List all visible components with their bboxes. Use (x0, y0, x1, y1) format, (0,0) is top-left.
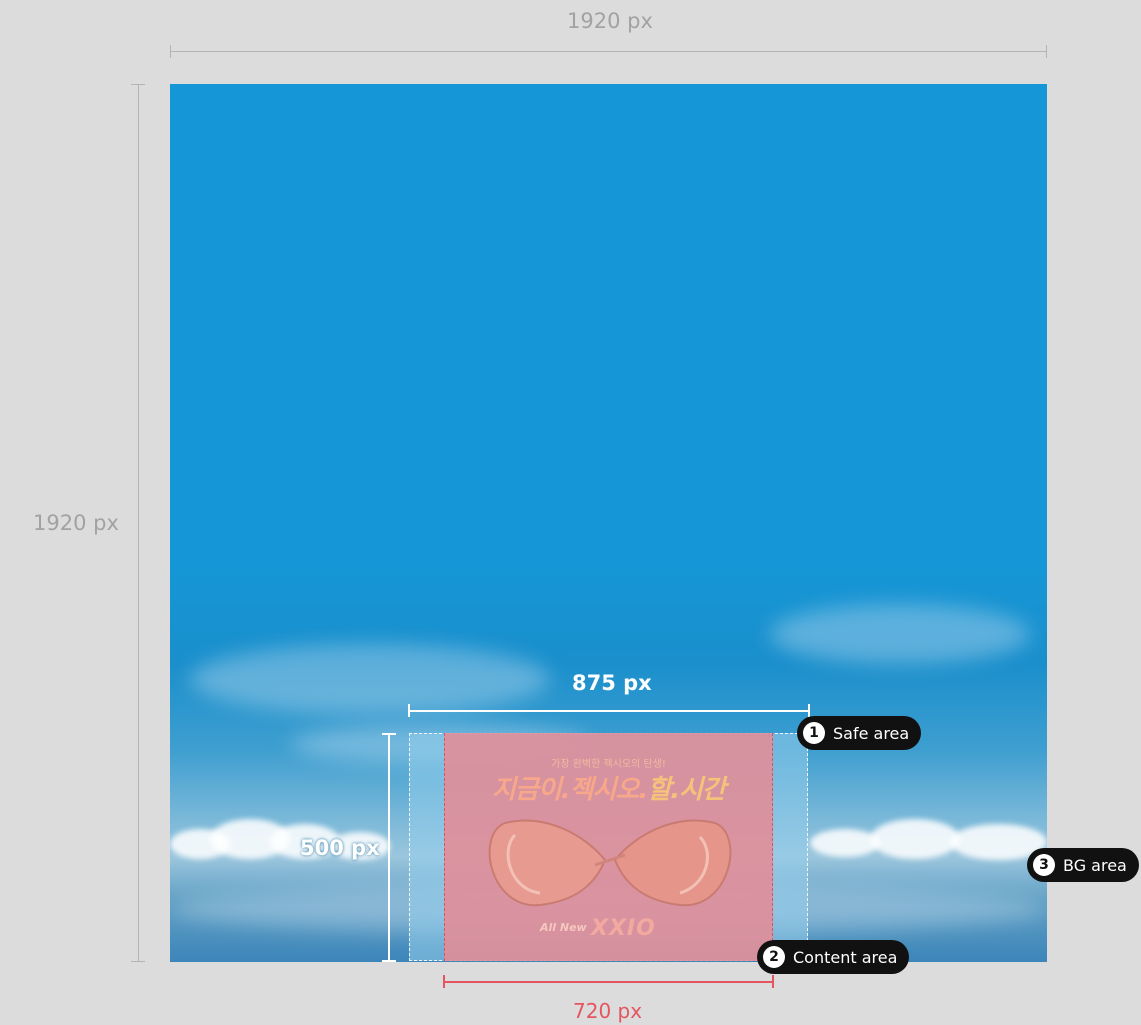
content-width-tick-right (772, 975, 774, 988)
left-height-label: 1920 px (33, 511, 119, 535)
safe-width-tick-left (408, 704, 410, 717)
cloud-haze (190, 644, 550, 714)
banner-subtitle: 가장 완벽한 젝시오의 탄생! (551, 759, 666, 770)
golf-club-heads-image (488, 819, 732, 907)
cloud-haze (770, 604, 1030, 664)
xxio-logo: XXIO (591, 916, 656, 941)
callout-label: Content area (793, 947, 898, 967)
callout-label: Safe area (833, 723, 910, 743)
callout-safe-area: 1 Safe area (797, 716, 922, 750)
left-dimension-tick-bottom (131, 961, 145, 962)
safe-height-tick-bottom (382, 960, 396, 962)
safe-height-tick-top (382, 733, 396, 735)
cloud (810, 829, 880, 857)
content-width-line (444, 981, 773, 983)
top-dimension-line (170, 51, 1047, 52)
safe-height-line (388, 733, 390, 962)
safe-width-label: 875 px (572, 671, 652, 695)
top-dimension-tick-left (170, 45, 171, 58)
top-dimension-tick-right (1046, 45, 1047, 58)
content-width-label: 720 px (573, 999, 643, 1023)
top-width-label: 1920 px (567, 9, 653, 33)
left-dimension-tick-top (131, 84, 145, 85)
callout-label: BG area (1063, 855, 1127, 875)
banner-title-accent: 할.시간 (647, 775, 726, 805)
safe-height-label: 500 px (300, 836, 380, 860)
brand-all-new: All New (540, 921, 587, 934)
callout-bg-area: 3 BG area (1027, 848, 1139, 882)
callout-number: 2 (763, 946, 785, 968)
banner-title-main: 지금이.젝시오. (492, 775, 648, 805)
callout-number: 3 (1033, 854, 1055, 876)
callout-number: 1 (803, 722, 825, 744)
safe-width-line (409, 710, 809, 712)
content-width-tick-left (443, 975, 445, 988)
callout-content-area: 2 Content area (757, 940, 910, 974)
banner-title: 지금이.젝시오.할.시간 (445, 769, 772, 806)
left-dimension-line (138, 84, 139, 962)
safe-width-tick-right (808, 704, 810, 717)
cloud (870, 819, 960, 859)
content-area-box: 가장 완벽한 젝시오의 탄생! 지금이.젝시오.할.시간 All New XXI… (444, 733, 773, 961)
